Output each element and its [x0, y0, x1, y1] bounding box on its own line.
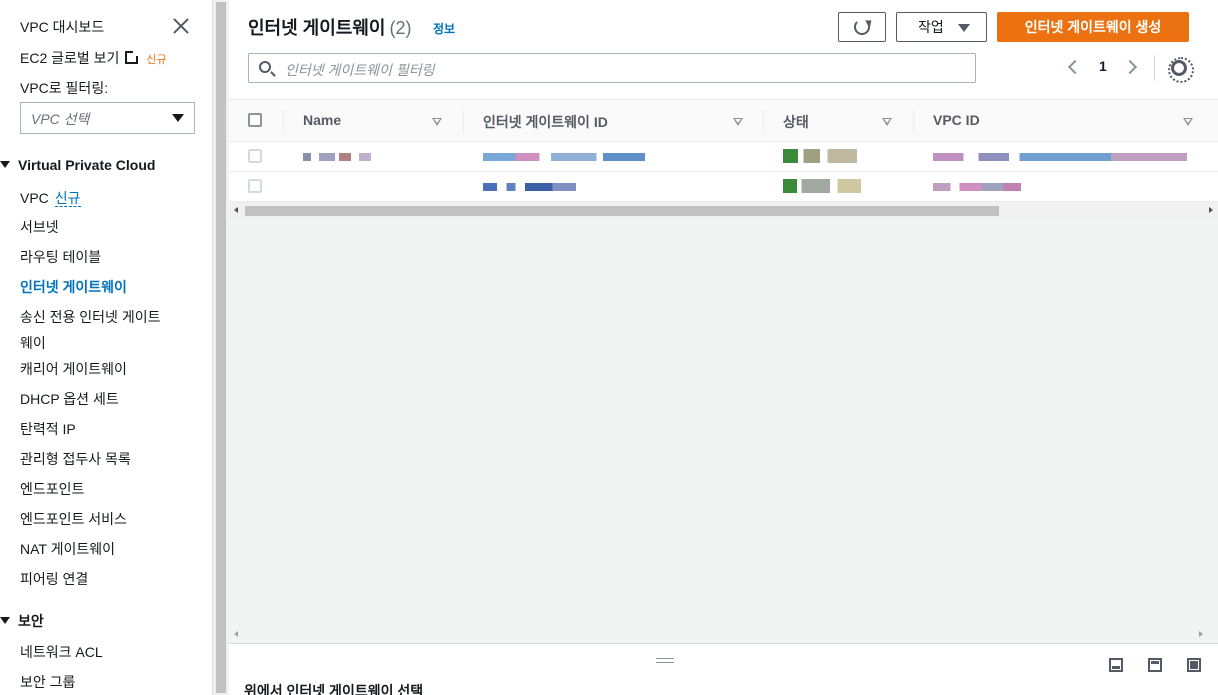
- nav-item-endpoint-services[interactable]: 엔드포인트 서비스: [20, 509, 127, 529]
- split-panel-title: 위에서 인터넷 게이트웨이 선택: [244, 683, 424, 695]
- refresh-icon: [854, 19, 870, 35]
- redacted-igw-id[interactable]: [483, 153, 645, 161]
- info-link[interactable]: 정보: [433, 20, 455, 37]
- scroll-left-icon[interactable]: [234, 207, 238, 213]
- vpc-filter-select[interactable]: VPC 선택: [20, 102, 195, 134]
- column-header-name[interactable]: Name: [303, 112, 341, 128]
- settings-gear-icon[interactable]: [1168, 57, 1194, 83]
- main-content: 인터넷 게이트웨이 (2) 정보 작업 인터넷 게이트웨이 생성 인터넷 게이트웨…: [229, 0, 1218, 695]
- column-header-vpc-id[interactable]: VPC ID: [933, 112, 980, 128]
- scroll-left-icon[interactable]: [234, 631, 238, 637]
- item-count: (2): [389, 18, 412, 38]
- redacted-vpc-id[interactable]: [933, 183, 1021, 191]
- drag-handle-icon[interactable]: [656, 658, 674, 663]
- redacted-igw-id[interactable]: [483, 183, 576, 191]
- nav-item-egress-only-igw[interactable]: 송신 전용 인터넷 게이트 웨이: [20, 307, 160, 353]
- split-panel: 위에서 인터넷 게이트웨이 선택: [229, 643, 1218, 695]
- previous-page-icon[interactable]: [1067, 59, 1083, 75]
- new-badge: 신규: [54, 190, 81, 207]
- vpc-filter-select-value: VPC 선택: [31, 111, 90, 127]
- sidebar-scrollbar[interactable]: [212, 0, 228, 695]
- redacted-name: [303, 153, 383, 161]
- column-divider[interactable]: [763, 110, 764, 132]
- panel-side-icon[interactable]: [1148, 658, 1162, 672]
- section-virtual-private-cloud[interactable]: Virtual Private Cloud: [0, 157, 155, 173]
- new-badge: 신규: [146, 54, 167, 66]
- column-header-state[interactable]: 상태: [783, 112, 809, 132]
- caret-down-icon: [958, 24, 970, 32]
- caret-down-icon: [172, 114, 184, 122]
- nav-item-endpoints[interactable]: 엔드포인트: [20, 479, 84, 499]
- close-icon[interactable]: [172, 17, 190, 35]
- filter-input[interactable]: 인터넷 게이트웨이 필터링: [248, 53, 976, 83]
- table-header-row: Name 인터넷 게이트웨이 ID 상태 VPC ID: [229, 99, 1218, 142]
- external-link-icon: [125, 50, 140, 64]
- nav-item-carrier-gateways[interactable]: 캐리어 게이트웨이: [20, 359, 127, 379]
- nav-item-label-line2: 웨이: [20, 335, 46, 351]
- scroll-right-icon[interactable]: [1209, 207, 1213, 213]
- nav-item-label: VPC: [20, 190, 49, 206]
- sort-icon[interactable]: [882, 118, 892, 126]
- create-internet-gateway-button[interactable]: 인터넷 게이트웨이 생성: [997, 12, 1189, 42]
- section-security[interactable]: 보안: [0, 611, 44, 631]
- nav-item-internet-gateways[interactable]: 인터넷 게이트웨이: [20, 277, 127, 297]
- nav-item-label: 송신 전용 인터넷 게이트: [20, 309, 161, 325]
- nav-item-dhcp-options[interactable]: DHCP 옵션 세트: [20, 389, 119, 409]
- select-all-checkbox[interactable]: [248, 113, 262, 127]
- nav-ec2-global-view[interactable]: EC2 글로벌 보기 신규: [20, 48, 167, 68]
- table-scrollbar-thumb[interactable]: [245, 206, 999, 216]
- table-row[interactable]: [229, 142, 1218, 172]
- nav-item-vpc[interactable]: VPC 신규: [20, 188, 81, 208]
- actions-button[interactable]: 작업: [896, 12, 987, 42]
- column-divider[interactable]: [913, 110, 914, 132]
- nav-ec2-global-label: EC2 글로벌 보기: [20, 50, 120, 66]
- actions-button-label: 작업: [918, 19, 944, 35]
- sort-icon[interactable]: [1183, 118, 1193, 126]
- nav-item-network-acl[interactable]: 네트워크 ACL: [20, 642, 103, 662]
- page-number[interactable]: 1: [1099, 58, 1107, 74]
- sidebar-scrollbar-thumb[interactable]: [216, 2, 226, 693]
- nav-item-route-tables[interactable]: 라우팅 테이블: [20, 247, 101, 267]
- page-title-text: 인터넷 게이트웨이: [248, 18, 386, 38]
- column-divider[interactable]: [463, 110, 464, 132]
- content-empty-area: [229, 219, 1218, 643]
- caret-down-icon: [0, 617, 10, 624]
- refresh-button[interactable]: [838, 12, 886, 42]
- scroll-right-icon[interactable]: [1199, 631, 1203, 637]
- nav-vpc-dashboard[interactable]: VPC 대시보드: [20, 17, 104, 37]
- column-divider: [283, 110, 284, 132]
- nav-item-prefix-lists[interactable]: 관리형 접두사 목록: [20, 449, 131, 469]
- row-checkbox[interactable]: [248, 179, 262, 193]
- table-horizontal-scrollbar[interactable]: [229, 202, 1218, 219]
- table-header-area: 인터넷 게이트웨이 (2) 정보 작업 인터넷 게이트웨이 생성 인터넷 게이트웨…: [229, 0, 1218, 99]
- page-title: 인터넷 게이트웨이 (2): [248, 14, 411, 40]
- vpc-filter-label: VPC로 필터링:: [20, 80, 109, 96]
- redacted-vpc-id[interactable]: [933, 153, 1187, 161]
- row-checkbox[interactable]: [248, 149, 262, 163]
- nav-item-security-groups[interactable]: 보안 그룹: [20, 672, 75, 692]
- next-page-icon[interactable]: [1122, 59, 1138, 75]
- side-navigation: VPC 대시보드 EC2 글로벌 보기 신규 VPC로 필터링: VPC 선택 V…: [0, 0, 212, 695]
- filter-placeholder: 인터넷 게이트웨이 필터링: [285, 62, 435, 78]
- nav-item-nat-gateways[interactable]: NAT 게이트웨이: [20, 539, 115, 559]
- section-security-label: 보안: [18, 613, 44, 629]
- nav-item-peering[interactable]: 피어링 연결: [20, 569, 88, 589]
- nav-item-subnets[interactable]: 서브넷: [20, 217, 59, 237]
- sort-icon[interactable]: [733, 118, 743, 126]
- section-virtual-private-cloud-label: Virtual Private Cloud: [18, 157, 156, 173]
- redacted-state: [783, 149, 857, 163]
- nav-item-elastic-ip[interactable]: 탄력적 IP: [20, 419, 76, 439]
- column-header-igw-id[interactable]: 인터넷 게이트웨이 ID: [483, 112, 608, 132]
- redacted-state: [783, 179, 861, 193]
- search-icon: [259, 61, 271, 73]
- caret-down-icon: [0, 161, 10, 168]
- pager-divider: [1154, 55, 1155, 81]
- panel-full-icon[interactable]: [1187, 658, 1201, 672]
- panel-bottom-icon[interactable]: [1109, 658, 1123, 672]
- sort-icon[interactable]: [432, 118, 442, 126]
- table-row[interactable]: [229, 172, 1218, 202]
